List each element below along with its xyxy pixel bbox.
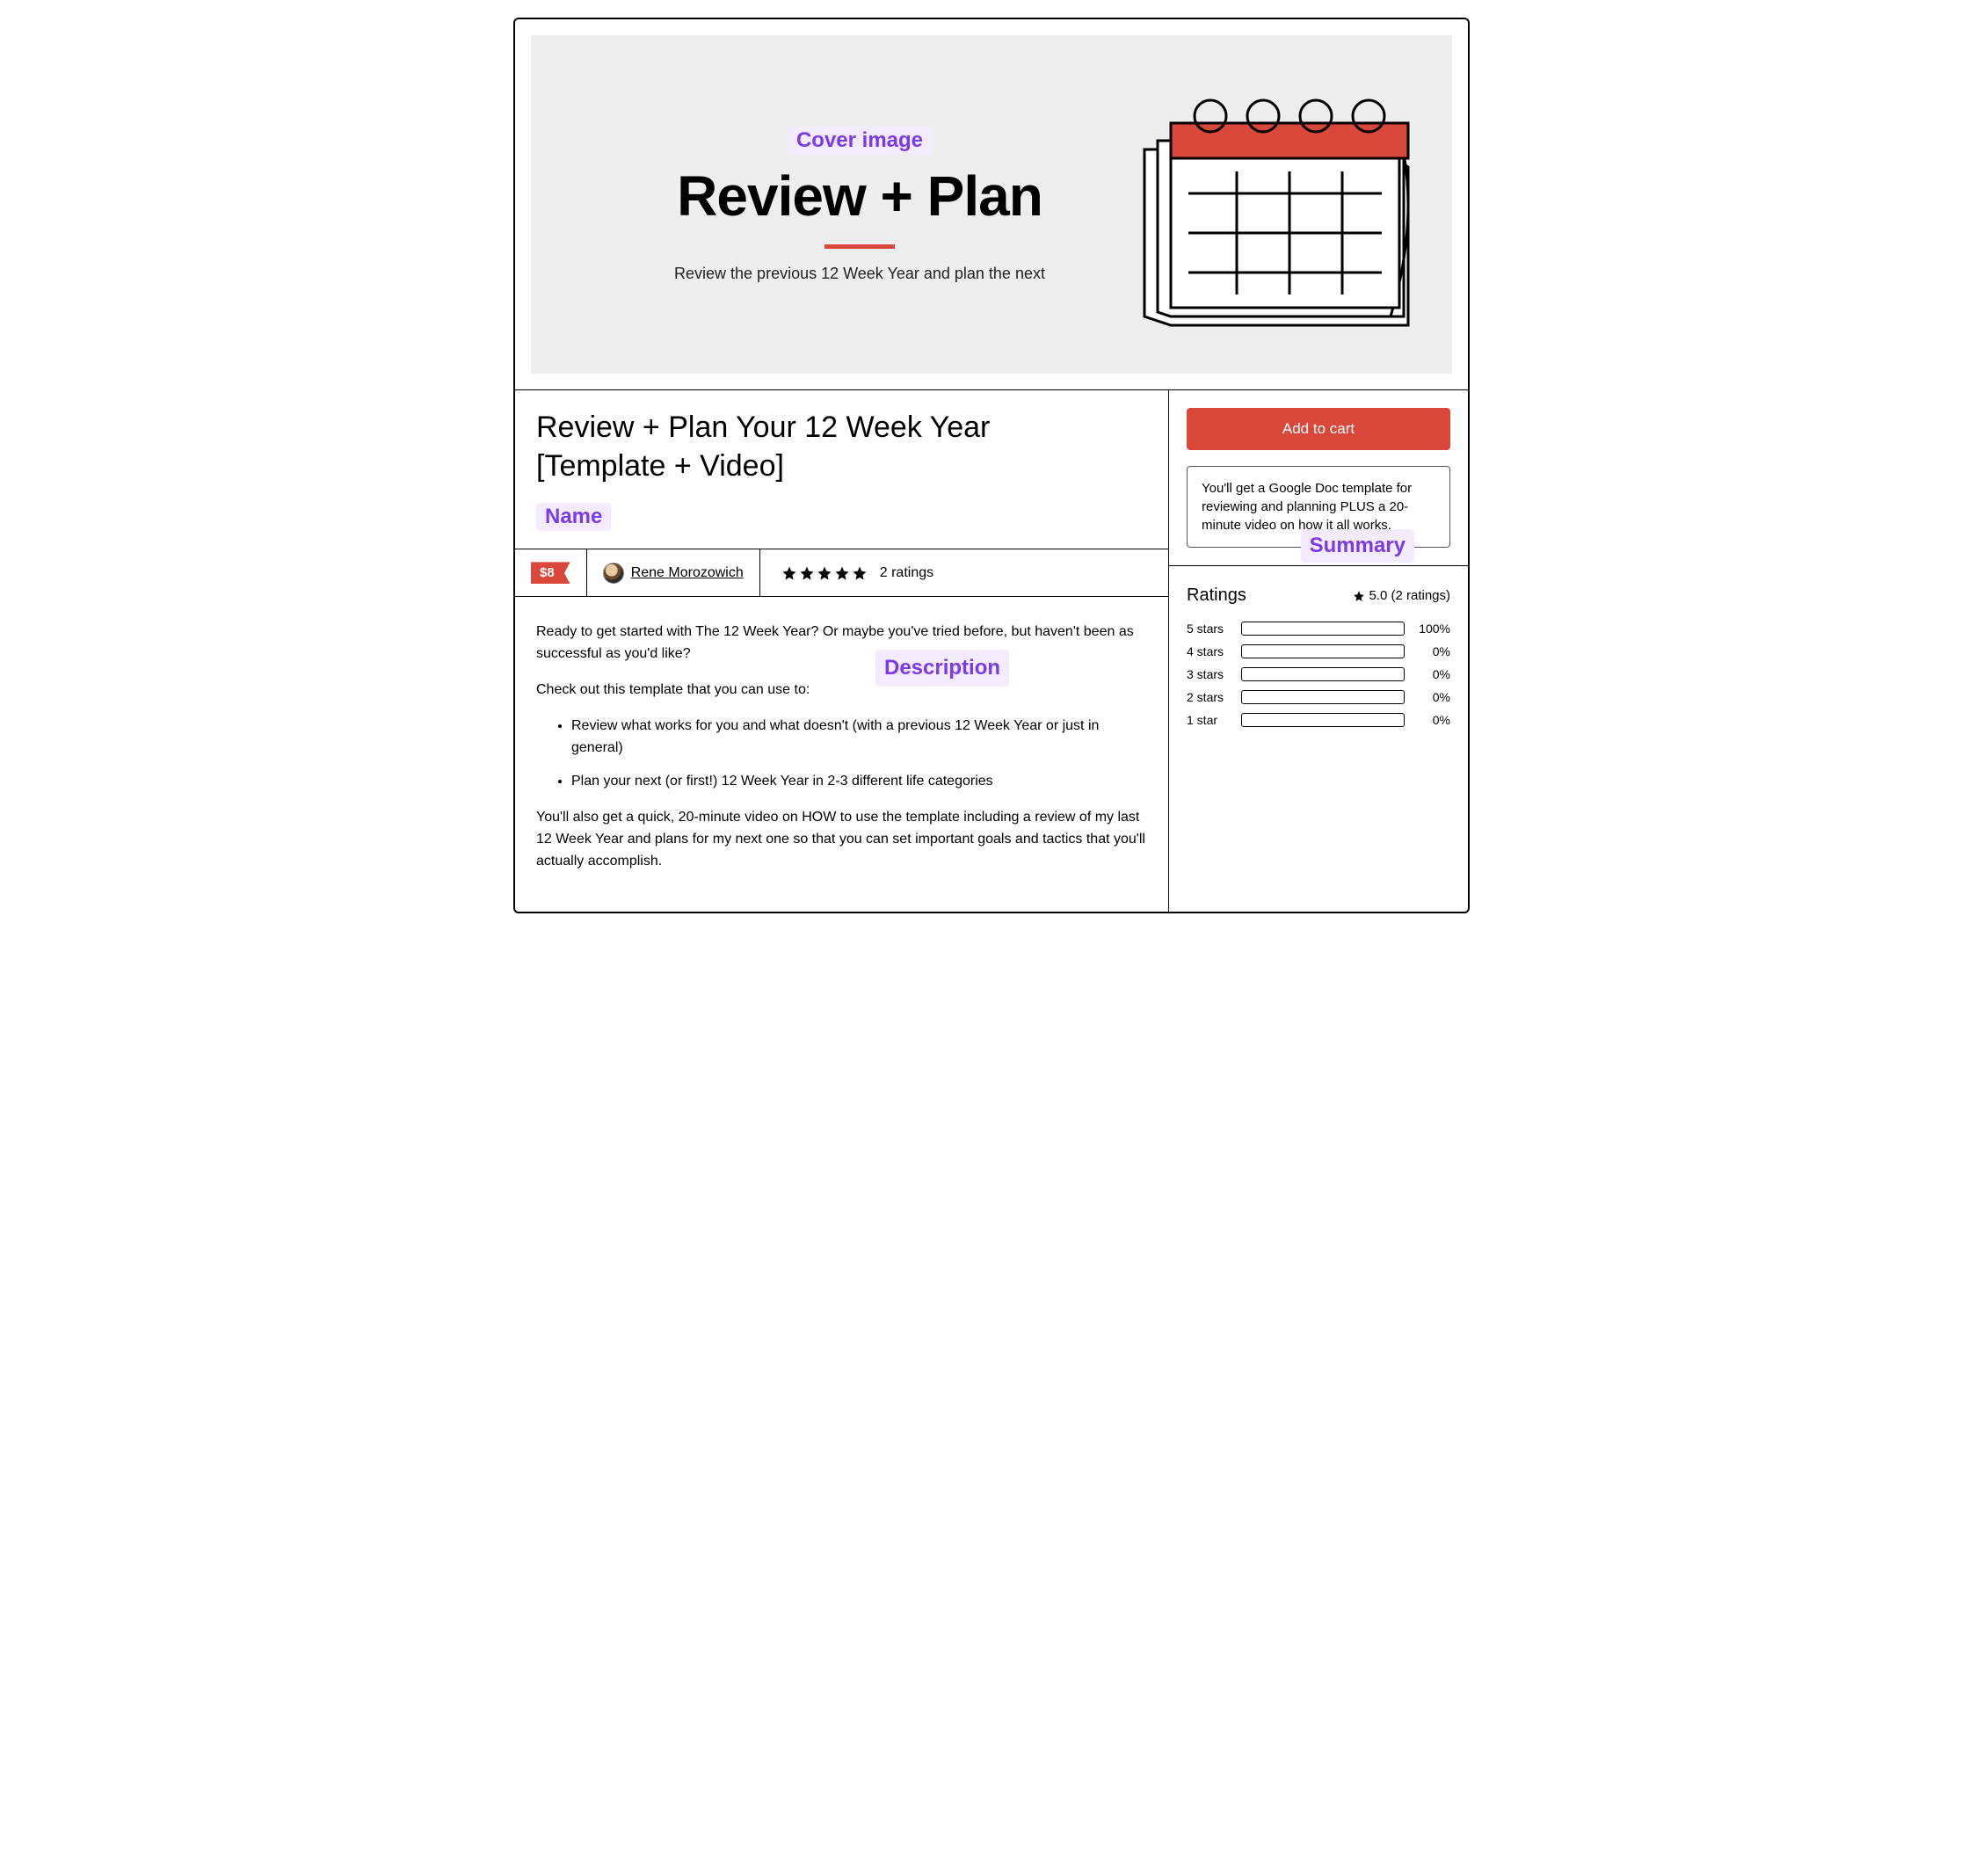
meta-row: $8 Rene Morozowich 2 ratings <box>515 549 1168 597</box>
cover-underline <box>824 244 895 249</box>
rating-label: 5 stars <box>1187 622 1232 636</box>
rating-pct: 100% <box>1413 622 1450 636</box>
rating-label: 4 stars <box>1187 644 1232 658</box>
author-cell[interactable]: Rene Morozowich <box>587 549 760 596</box>
ratings-score: 5.0 (2 ratings) <box>1353 588 1450 603</box>
star-icon <box>799 565 815 581</box>
price-cell: $8 <box>515 549 587 596</box>
annotation-name: Name <box>536 503 611 531</box>
product-page: Cover image Review + Plan Review the pre… <box>513 18 1470 913</box>
rating-bar <box>1241 667 1405 681</box>
cover-text: Cover image Review + Plan Review the pre… <box>619 127 1100 283</box>
description: Ready to get started with The 12 Week Ye… <box>515 597 1168 911</box>
rating-label: 2 stars <box>1187 690 1232 704</box>
cover-image: Cover image Review + Plan Review the pre… <box>531 35 1452 374</box>
content-grid: Review + Plan Your 12 Week Year [Templat… <box>515 389 1468 912</box>
rating-row: 3 stars 0% <box>1187 667 1450 681</box>
rating-bar <box>1241 622 1405 636</box>
list-item: Plan your next (or first!) 12 Week Year … <box>571 771 1147 793</box>
star-icon <box>1353 590 1365 602</box>
cover-title: Review + Plan <box>677 164 1042 229</box>
star-icon <box>852 565 868 581</box>
rating-pct: 0% <box>1413 713 1450 727</box>
rating-pct: 0% <box>1413 667 1450 681</box>
ratings-title: Ratings <box>1187 585 1246 606</box>
rating-label: 1 star <box>1187 713 1232 727</box>
rating-row: 4 stars 0% <box>1187 644 1450 658</box>
title-block: Review + Plan Your 12 Week Year [Templat… <box>515 390 1168 549</box>
rating-cell: 2 ratings <box>760 549 1168 596</box>
star-rating <box>781 565 868 581</box>
summary-box: You'll get a Google Doc template for rev… <box>1187 466 1450 548</box>
right-column: Add to cart You'll get a Google Doc temp… <box>1169 390 1468 912</box>
rating-pct: 0% <box>1413 644 1450 658</box>
calendar-icon <box>1118 70 1417 338</box>
rating-bar <box>1241 713 1405 727</box>
star-icon <box>781 565 797 581</box>
rating-pct: 0% <box>1413 690 1450 704</box>
ratings-panel: Ratings 5.0 (2 ratings) 5 stars 100% 4 sta… <box>1169 565 1468 755</box>
rating-row: 1 star 0% <box>1187 713 1450 727</box>
description-p3: You'll also get a quick, 20-minute video… <box>536 807 1147 872</box>
ratings-header: Ratings 5.0 (2 ratings) <box>1187 585 1450 606</box>
rating-bar <box>1241 644 1405 658</box>
avatar <box>603 563 624 584</box>
rating-row: 5 stars 100% <box>1187 622 1450 636</box>
summary-text: You'll get a Google Doc template for rev… <box>1202 481 1412 533</box>
rating-label: 3 stars <box>1187 667 1232 681</box>
description-bullets: Review what works for you and what doesn… <box>571 716 1147 793</box>
author-link[interactable]: Rene Morozowich <box>631 565 744 581</box>
star-icon <box>834 565 850 581</box>
description-p2: Check out this template that you can use… <box>536 680 1147 702</box>
product-title: Review + Plan Your 12 Week Year [Templat… <box>536 408 1081 485</box>
cta-box: Add to cart You'll get a Google Doc temp… <box>1169 390 1468 565</box>
price-tag: $8 <box>531 562 570 584</box>
ratings-count: 2 ratings <box>880 565 933 581</box>
rating-bar <box>1241 690 1405 704</box>
annotation-cover: Cover image <box>788 127 932 155</box>
cover-subtitle: Review the previous 12 Week Year and pla… <box>674 265 1045 283</box>
rating-row: 2 stars 0% <box>1187 690 1450 704</box>
ratings-score-label: 5.0 (2 ratings) <box>1369 588 1450 603</box>
ratings-breakdown: 5 stars100%4 stars0%3 stars0%2 stars0%1 … <box>1187 622 1450 727</box>
annotation-description: Description <box>875 650 1009 686</box>
list-item: Review what works for you and what doesn… <box>571 716 1147 760</box>
left-column: Review + Plan Your 12 Week Year [Templat… <box>515 390 1169 912</box>
add-to-cart-button[interactable]: Add to cart <box>1187 408 1450 450</box>
star-icon <box>817 565 832 581</box>
annotation-summary: Summary <box>1301 529 1414 563</box>
description-p1: Ready to get started with The 12 Week Ye… <box>536 622 1147 665</box>
